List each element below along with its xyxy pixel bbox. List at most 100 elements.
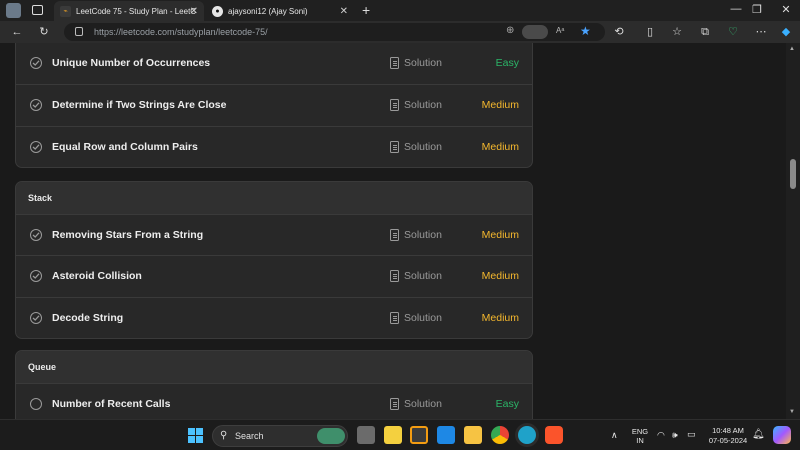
- minimize-icon[interactable]: —: [729, 3, 743, 15]
- problem-row[interactable]: Decode String Solution Medium: [16, 296, 532, 338]
- brave-icon[interactable]: [545, 426, 563, 444]
- collections-icon[interactable]: ⧉: [698, 25, 712, 39]
- tab-title: LeetCode 75 - Study Plan - LeetC: [76, 6, 197, 16]
- difficulty-badge: Medium: [481, 311, 519, 324]
- wifi-icon[interactable]: ◠: [657, 430, 665, 441]
- read-aloud-icon[interactable]: Aᵃ: [556, 26, 564, 35]
- difficulty-badge: Easy: [495, 57, 519, 69]
- solution-icon[interactable]: [390, 270, 399, 283]
- difficulty-badge: Medium: [481, 229, 519, 241]
- chrome-icon[interactable]: [491, 426, 509, 444]
- section-card-stack: Stack Removing Stars From a String Solut…: [15, 181, 533, 340]
- browser-essentials-icon[interactable]: ♡: [726, 25, 740, 39]
- search-highlight-icon: [317, 428, 345, 444]
- sublime-text-icon[interactable]: [410, 426, 428, 444]
- scroll-up-arrow-icon[interactable]: ▲: [789, 46, 795, 52]
- difficulty-badge: Medium: [481, 270, 519, 283]
- tab-github[interactable]: ● ajaysoni12 (Ajay Soni) ✕: [206, 1, 354, 21]
- tab-actions-icon[interactable]: [32, 5, 43, 15]
- problem-title[interactable]: Number of Recent Calls: [52, 398, 170, 410]
- solved-check-icon: [30, 311, 42, 324]
- problem-title[interactable]: Unique Number of Occurrences: [52, 57, 210, 69]
- close-window-icon[interactable]: ✕: [779, 3, 793, 16]
- back-icon[interactable]: ←: [10, 25, 24, 39]
- problem-title[interactable]: Asteroid Collision: [52, 270, 142, 282]
- solution-link[interactable]: Solution: [404, 312, 442, 324]
- problem-row[interactable]: Equal Row and Column Pairs Solution Medi…: [16, 125, 532, 167]
- language-indicator[interactable]: ENG: [630, 427, 650, 436]
- tracking-prevention-icon[interactable]: [522, 25, 548, 39]
- battery-icon[interactable]: ▭: [687, 429, 696, 440]
- section-card-queue: Queue Number of Recent Calls Solution Ea…: [15, 350, 533, 419]
- copilot-icon[interactable]: ◆: [779, 25, 793, 39]
- problem-row[interactable]: Asteroid Collision Solution Medium: [16, 255, 532, 296]
- address-bar[interactable]: https://leetcode.com/studyplan/leetcode-…: [64, 23, 605, 41]
- section-header[interactable]: Stack: [16, 182, 532, 214]
- favorites-icon[interactable]: ☆: [670, 25, 684, 39]
- problem-row[interactable]: Number of Recent Calls Solution Easy: [16, 383, 532, 419]
- taskbar-search[interactable]: ⚲ Search: [212, 425, 348, 447]
- problem-row[interactable]: Determine if Two Strings Are Close Solut…: [16, 84, 532, 125]
- search-label: Search: [235, 431, 264, 441]
- problem-row[interactable]: Unique Number of Occurrences Solution Ea…: [16, 43, 532, 84]
- solved-check-icon: [30, 140, 42, 153]
- clock-time[interactable]: 10:48 AM: [706, 426, 750, 435]
- problem-title[interactable]: Equal Row and Column Pairs: [52, 141, 198, 153]
- search-icon: ⚲: [220, 430, 228, 441]
- start-windows-icon[interactable]: [188, 428, 203, 443]
- lock-icon[interactable]: [75, 27, 83, 36]
- problem-title[interactable]: Removing Stars From a String: [52, 229, 203, 241]
- section-header[interactable]: Queue: [16, 351, 532, 383]
- url-text[interactable]: https://leetcode.com/studyplan/leetcode-…: [94, 27, 268, 37]
- restore-icon[interactable]: ❐: [750, 3, 764, 16]
- browser-titlebar: ⌁ LeetCode 75 - Study Plan - LeetC ✕ ● a…: [0, 0, 800, 21]
- more-icon[interactable]: ⋯: [754, 25, 768, 39]
- extensions-icon[interactable]: ⟲: [612, 25, 626, 39]
- solution-icon[interactable]: [390, 398, 399, 410]
- solution-link[interactable]: Solution: [404, 99, 442, 111]
- close-tab-icon[interactable]: ✕: [340, 6, 348, 17]
- solution-icon[interactable]: [390, 140, 399, 153]
- solution-icon[interactable]: [390, 311, 399, 324]
- vscode-icon[interactable]: [437, 426, 455, 444]
- favorite-star-icon[interactable]: ★: [580, 24, 591, 38]
- profile-avatar[interactable]: [6, 3, 21, 18]
- problem-row[interactable]: Removing Stars From a String Solution Me…: [16, 214, 532, 255]
- task-view-icon[interactable]: [357, 426, 375, 444]
- copilot-taskbar-icon[interactable]: [773, 426, 791, 444]
- sticky-notes-icon[interactable]: [384, 426, 402, 444]
- solution-icon[interactable]: [390, 57, 399, 69]
- solution-icon[interactable]: [390, 99, 399, 112]
- solution-link[interactable]: Solution: [404, 57, 442, 69]
- scrollbar-thumb[interactable]: [790, 159, 796, 189]
- solution-link[interactable]: Solution: [404, 141, 442, 153]
- show-hidden-icons-chevron-icon[interactable]: ∧: [611, 430, 618, 441]
- close-tab-icon[interactable]: ✕: [190, 6, 198, 17]
- volume-icon[interactable]: 🕪: [672, 430, 678, 441]
- tab-leetcode[interactable]: ⌁ LeetCode 75 - Study Plan - LeetC ✕: [54, 1, 204, 21]
- notification-bell-icon[interactable]: 🔔︎: [752, 429, 765, 440]
- solved-check-icon: [30, 229, 42, 241]
- solved-check-icon: [30, 57, 42, 69]
- edge-icon[interactable]: [518, 426, 536, 444]
- solved-check-icon: [30, 99, 42, 112]
- solution-icon[interactable]: [390, 229, 399, 241]
- zoom-icon[interactable]: ⊕: [506, 25, 514, 36]
- solution-link[interactable]: Solution: [404, 270, 442, 282]
- page-content: Unique Number of Occurrences Solution Ea…: [0, 43, 800, 419]
- difficulty-badge: Medium: [481, 140, 519, 153]
- scroll-down-arrow-icon[interactable]: ▼: [789, 409, 795, 415]
- problem-title[interactable]: Determine if Two Strings Are Close: [52, 99, 226, 111]
- file-explorer-icon[interactable]: [464, 426, 482, 444]
- page-scrollbar[interactable]: ▲ ▼: [786, 43, 800, 419]
- toolbar: ← ↻ https://leetcode.com/studyplan/leetc…: [0, 21, 800, 43]
- clock-date[interactable]: 07-05-2024: [706, 436, 750, 445]
- unsolved-circle-icon: [30, 398, 42, 410]
- solution-link[interactable]: Solution: [404, 229, 442, 241]
- solution-link[interactable]: Solution: [404, 398, 442, 410]
- new-tab-icon[interactable]: +: [362, 2, 370, 18]
- problem-title[interactable]: Decode String: [52, 312, 123, 324]
- split-screen-icon[interactable]: ▯: [643, 25, 657, 39]
- region-indicator[interactable]: IN: [630, 436, 650, 445]
- refresh-icon[interactable]: ↻: [37, 25, 51, 39]
